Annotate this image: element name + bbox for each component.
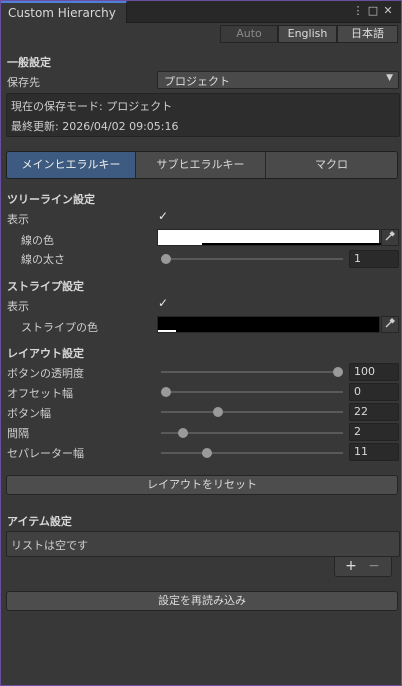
list-footer: + − <box>334 557 392 577</box>
separator-width-slider-track[interactable] <box>161 452 343 454</box>
last-updated-text: 最終更新: 2026/04/02 09:05:16 <box>11 120 179 133</box>
offset-width-input[interactable]: 0 <box>349 383 399 401</box>
color-alpha-bar <box>202 243 381 245</box>
treeline-width-slider-handle[interactable] <box>161 254 171 264</box>
separator-width-input[interactable]: 11 <box>349 443 399 461</box>
stripe-color-field[interactable] <box>157 316 380 333</box>
color-alpha-bar <box>158 330 176 332</box>
offset-width-label: オフセット幅 <box>7 387 73 400</box>
maximize-icon[interactable]: □ <box>367 4 379 18</box>
button-width-input[interactable]: 22 <box>349 403 399 421</box>
tab-main-hierarchy[interactable]: メインヒエラルキー <box>7 152 136 178</box>
offset-width-slider-handle[interactable] <box>161 387 171 397</box>
offset-width-slider-track[interactable] <box>161 391 343 393</box>
spacing-slider-handle[interactable] <box>178 428 189 438</box>
stripe-color-label: ストライプの色 <box>21 321 98 334</box>
list-empty-text: リストは空です <box>11 539 88 552</box>
button-opacity-slider-track[interactable] <box>161 371 343 373</box>
save-info-box: 現在の保存モード: プロジェクト 最終更新: 2026/04/02 09:05:… <box>6 93 400 137</box>
add-item-icon[interactable]: + <box>344 558 358 574</box>
button-width-label: ボタン幅 <box>7 407 51 420</box>
language-japanese-button[interactable]: 日本語 <box>337 25 398 43</box>
stripe-show-checkbox[interactable]: ✓ <box>158 296 168 310</box>
menu-icon[interactable]: ⋮ <box>352 4 364 18</box>
dropdown-arrow-icon: ▼ <box>386 73 393 83</box>
language-auto-button[interactable]: Auto <box>220 25 278 43</box>
button-opacity-slider-handle[interactable] <box>333 367 343 377</box>
treeline-width-label: 線の太さ <box>21 253 65 266</box>
stripe-settings-title: ストライプ設定 <box>7 280 84 293</box>
language-english-button[interactable]: English <box>278 25 337 43</box>
treeline-settings-title: ツリーライン設定 <box>7 193 95 206</box>
save-location-dropdown[interactable]: プロジェクト ▼ <box>157 71 399 89</box>
stripe-show-label: 表示 <box>7 300 29 313</box>
button-opacity-input[interactable]: 100 <box>349 363 399 381</box>
eyedropper-icon[interactable] <box>381 229 399 246</box>
spacing-input[interactable]: 2 <box>349 423 399 441</box>
layout-settings-title: レイアウト設定 <box>7 347 84 360</box>
treeline-width-input[interactable]: 1 <box>349 250 399 268</box>
item-settings-title: アイテム設定 <box>7 515 72 528</box>
reload-settings-button[interactable]: 設定を再読み込み <box>6 591 398 611</box>
reset-layout-button[interactable]: レイアウトをリセット <box>6 475 398 495</box>
window-tab[interactable]: Custom Hierarchy <box>1 1 127 23</box>
eyedropper-icon[interactable] <box>381 316 399 333</box>
button-opacity-label: ボタンの透明度 <box>7 367 84 380</box>
tab-sub-hierarchy[interactable]: サブヒエラルキー <box>136 152 266 178</box>
spacing-slider-track[interactable] <box>161 432 343 434</box>
separator-width-slider-handle[interactable] <box>202 448 213 458</box>
separator-width-label: セパレーター幅 <box>7 447 84 460</box>
close-icon[interactable]: ✕ <box>382 4 394 18</box>
window-title: Custom Hierarchy <box>8 6 116 20</box>
save-mode-text: 現在の保存モード: プロジェクト <box>11 100 173 113</box>
treeline-color-field[interactable] <box>157 229 381 246</box>
treeline-color-label: 線の色 <box>21 234 54 247</box>
treeline-show-checkbox[interactable]: ✓ <box>158 209 168 223</box>
treeline-show-label: 表示 <box>7 213 29 226</box>
tab-macro[interactable]: マクロ <box>266 152 397 178</box>
button-width-slider-track[interactable] <box>161 411 343 413</box>
item-list: リストは空です <box>6 531 400 557</box>
spacing-label: 間隔 <box>7 427 29 440</box>
general-settings-title: 一般設定 <box>7 56 51 69</box>
save-location-value: プロジェクト <box>164 75 230 88</box>
button-width-slider-handle[interactable] <box>212 407 223 417</box>
treeline-width-slider-track[interactable] <box>161 258 343 260</box>
remove-item-icon[interactable]: − <box>367 558 381 574</box>
hierarchy-tab-bar: メインヒエラルキー サブヒエラルキー マクロ <box>6 151 398 179</box>
save-location-label: 保存先 <box>7 76 40 89</box>
